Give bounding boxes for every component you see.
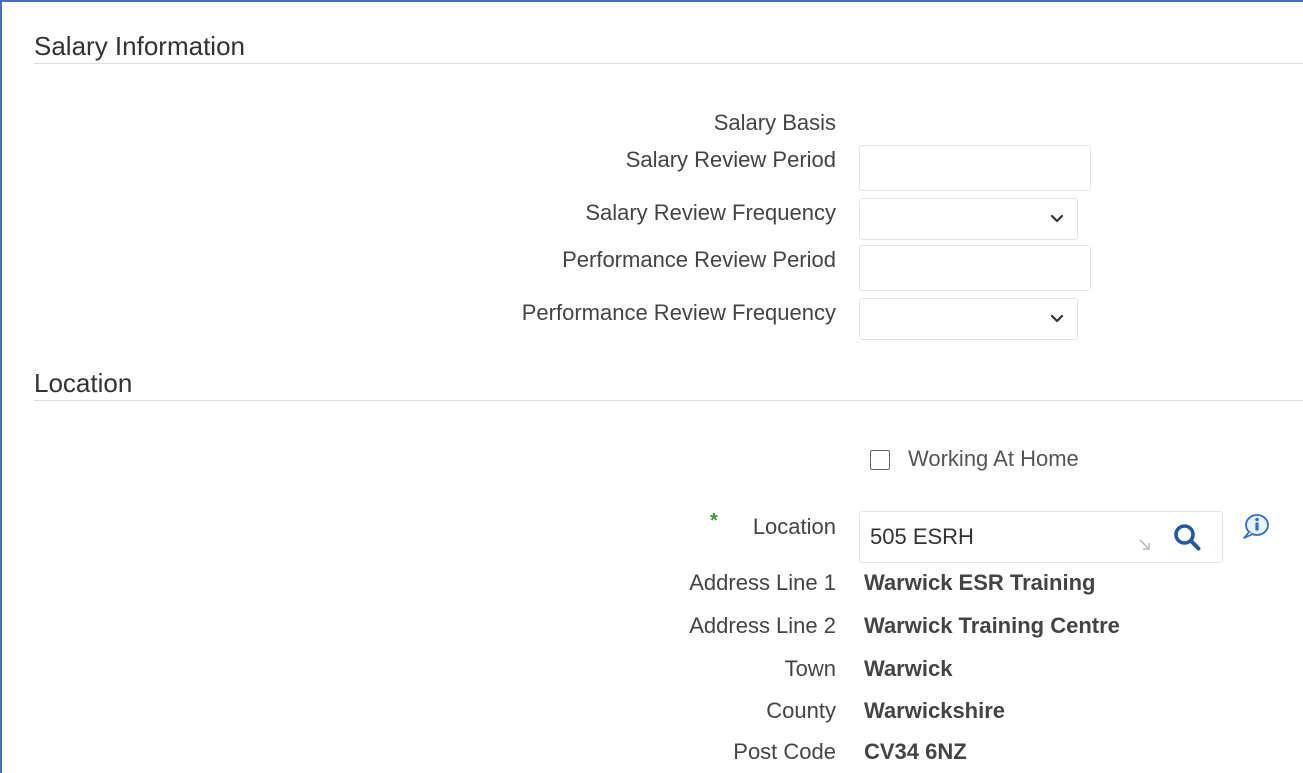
page-frame: Salary Information Salary Basis Salary R… <box>0 0 1303 773</box>
required-indicator: * <box>710 510 718 532</box>
search-icon[interactable] <box>1172 522 1202 552</box>
post-code-value: CV34 6NZ <box>864 739 967 764</box>
salary-basis-label: Salary Basis <box>713 110 836 135</box>
location-title: Location <box>34 368 133 398</box>
salary-information-header: Salary Information <box>34 29 1303 64</box>
salary-review-frequency-label: Salary Review Frequency <box>585 200 836 225</box>
performance-review-period-input[interactable] <box>859 245 1091 291</box>
salary-information-title: Salary Information <box>34 31 245 61</box>
performance-review-period-label: Performance Review Period <box>562 247 836 272</box>
working-at-home-checkbox[interactable] <box>870 450 890 470</box>
county-label: County <box>766 698 836 723</box>
address-line-2-label: Address Line 2 <box>689 613 836 638</box>
town-label: Town <box>784 656 836 681</box>
working-at-home-label: Working At Home <box>908 446 1079 471</box>
info-icon[interactable] <box>1240 513 1270 541</box>
location-label: Location <box>752 514 836 539</box>
county-value: Warwickshire <box>864 698 1006 723</box>
address-line-1-label: Address Line 1 <box>689 570 836 595</box>
post-code-label: Post Code <box>733 739 836 764</box>
performance-review-frequency-label: Performance Review Frequency <box>521 300 836 325</box>
location-header: Location <box>34 366 1303 401</box>
salary-review-frequency-select[interactable] <box>859 198 1078 240</box>
town-value: Warwick <box>864 656 953 681</box>
salary-review-period-label: Salary Review Period <box>625 147 836 172</box>
address-line-2-value: Warwick Training Centre <box>864 613 1120 638</box>
address-line-1-value: Warwick ESR Training <box>864 570 1096 595</box>
chevron-down-icon <box>1050 214 1064 223</box>
resize-corner-icon <box>1139 539 1150 550</box>
chevron-down-icon <box>1050 314 1064 323</box>
location-value: 505 ESRH <box>870 524 974 549</box>
location-lov-input[interactable]: 505 ESRH <box>859 511 1223 563</box>
salary-review-period-input[interactable] <box>859 145 1091 191</box>
performance-review-frequency-select[interactable] <box>859 298 1078 340</box>
